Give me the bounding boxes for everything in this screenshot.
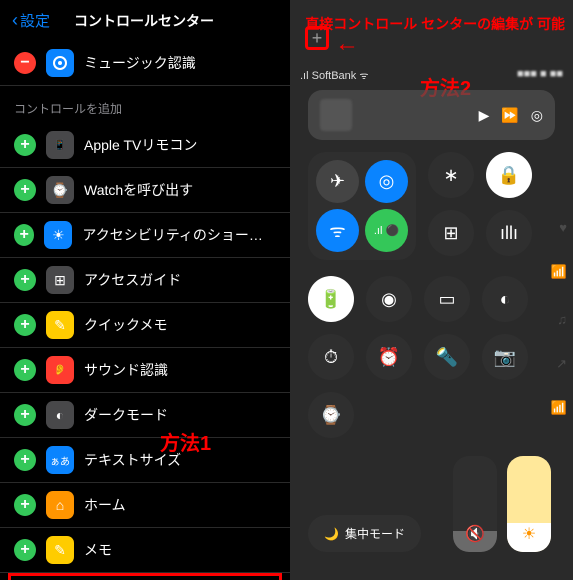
connectivity-group[interactable]: ✈ ◎ ᯤ .ıl ⚫ bbox=[308, 152, 416, 260]
add-button[interactable]: + bbox=[14, 404, 36, 426]
app-icon: ◐ bbox=[46, 401, 74, 429]
music-note-icon: ♫ bbox=[557, 312, 567, 327]
screen-record-icon[interactable]: ◉ bbox=[366, 276, 412, 322]
alarm-icon[interactable]: ⏰ bbox=[366, 334, 412, 380]
app-label: ホーム bbox=[84, 495, 126, 515]
moon-icon: 🌙 bbox=[324, 527, 339, 541]
camera-icon[interactable]: 📷 bbox=[482, 334, 528, 380]
add-button[interactable]: + bbox=[14, 134, 36, 156]
bluetooth-icon[interactable]: ∗ bbox=[428, 152, 474, 198]
app-icon: 👂 bbox=[46, 356, 74, 384]
add-row[interactable]: + 📱 Apple TVリモコン bbox=[0, 123, 290, 168]
forward-icon[interactable]: ⏩ bbox=[501, 107, 518, 124]
dark-mode-icon[interactable]: ◐ bbox=[482, 276, 528, 322]
brightness-slider[interactable]: ☀ bbox=[507, 456, 551, 552]
app-icon: ⊞ bbox=[46, 266, 74, 294]
add-button[interactable]: + bbox=[14, 539, 36, 561]
sound-recognition-icon[interactable]: ıllı bbox=[486, 210, 532, 256]
back-button[interactable]: ‹設定 bbox=[12, 10, 50, 31]
add-button[interactable]: + bbox=[14, 224, 34, 246]
add-row[interactable]: + ✎ メモ bbox=[0, 528, 290, 573]
add-row[interactable]: + 👂 サウンド認識 bbox=[0, 348, 290, 393]
add-button[interactable]: + bbox=[14, 269, 36, 291]
app-label: Watchを呼び出す bbox=[84, 180, 193, 200]
app-label: ダークモード bbox=[84, 405, 168, 425]
screen-mirror-icon[interactable]: ▭ bbox=[424, 276, 470, 322]
app-label: Apple TVリモコン bbox=[84, 135, 197, 155]
app-label: ミュージック認識 bbox=[84, 53, 196, 73]
calculator-icon[interactable]: ⊞ bbox=[428, 210, 474, 256]
low-power-icon[interactable]: 🔋 bbox=[308, 276, 354, 322]
annotation-method1: 方法1 bbox=[160, 427, 211, 456]
app-icon: ⌚ bbox=[46, 176, 74, 204]
signal-side-icon: 📶 bbox=[551, 264, 567, 280]
add-button[interactable]: + bbox=[14, 314, 36, 336]
remove-button[interactable]: − bbox=[14, 52, 36, 74]
chevron-left-icon: ‹ bbox=[12, 10, 18, 31]
heart-icon: ♥ bbox=[559, 220, 567, 235]
rotation-lock-icon[interactable]: 🔒 bbox=[486, 152, 532, 198]
add-row[interactable]: + ◉ 画面収録 bbox=[8, 573, 282, 580]
annotation-direct: 直接コントロール センターの編集が 可能 bbox=[305, 16, 565, 33]
cellular-icon[interactable]: .ıl ⚫ bbox=[365, 209, 408, 252]
focus-button[interactable]: 🌙 集中モード bbox=[308, 515, 421, 552]
add-row[interactable]: + ◐ ダークモード bbox=[0, 393, 290, 438]
arrow-left-icon: ← bbox=[335, 30, 359, 58]
included-row[interactable]: − ミュージック認識 bbox=[0, 41, 290, 86]
timer-icon[interactable]: ⏱ bbox=[308, 334, 354, 380]
app-label: アクセシビリティのショートカ… bbox=[82, 225, 276, 245]
add-row[interactable]: + ぁあ テキストサイズ bbox=[0, 438, 290, 483]
airdrop-icon[interactable]: ◎ bbox=[365, 160, 408, 203]
play-icon[interactable]: ▶ bbox=[479, 107, 490, 124]
volume-mute-icon: 🔇 bbox=[465, 524, 485, 544]
app-icon: 📱 bbox=[46, 131, 74, 159]
add-button[interactable]: + bbox=[14, 449, 36, 471]
flashlight-icon[interactable]: 🔦 bbox=[424, 334, 470, 380]
app-icon: ✎ bbox=[46, 536, 74, 564]
album-art bbox=[320, 99, 352, 131]
share-icon: ↗ bbox=[556, 356, 567, 372]
app-icon: ✎ bbox=[46, 311, 74, 339]
add-button[interactable]: + bbox=[14, 494, 36, 516]
section-header-add: コントロールを追加 bbox=[0, 86, 290, 123]
app-icon: ☀ bbox=[44, 221, 72, 249]
app-label: メモ bbox=[84, 540, 112, 560]
music-widget[interactable]: ▶ ⏩ ◎ bbox=[308, 90, 555, 140]
app-icon bbox=[46, 49, 74, 77]
page-title: コントロールセンター bbox=[50, 11, 238, 31]
add-row[interactable]: + ⊞ アクセスガイド bbox=[0, 258, 290, 303]
app-label: サウンド認識 bbox=[84, 360, 168, 380]
add-row[interactable]: + ⌚ Watchを呼び出す bbox=[0, 168, 290, 213]
add-button[interactable]: + bbox=[14, 359, 36, 381]
airplane-icon[interactable]: ✈ bbox=[316, 160, 359, 203]
add-row[interactable]: + ✎ クイックメモ bbox=[0, 303, 290, 348]
brightness-icon: ☀ bbox=[522, 524, 536, 544]
watch-ping-icon[interactable]: ⌚ bbox=[308, 392, 354, 438]
add-button[interactable]: + bbox=[14, 179, 36, 201]
app-icon: ぁあ bbox=[46, 446, 74, 474]
status-bar: .ıl SoftBank ᯤ ■■■ ■ ■■ bbox=[300, 68, 563, 82]
airplay-icon[interactable]: ◎ bbox=[531, 107, 543, 124]
app-label: クイックメモ bbox=[84, 315, 167, 335]
app-label: アクセスガイド bbox=[84, 270, 181, 290]
signal-side-icon-2: 📶 bbox=[551, 400, 567, 416]
back-label: 設定 bbox=[20, 10, 50, 31]
wifi-icon[interactable]: ᯤ bbox=[316, 209, 359, 252]
add-row[interactable]: + ☀ アクセシビリティのショートカ… bbox=[0, 213, 290, 258]
app-icon: ⌂ bbox=[46, 491, 74, 519]
focus-label: 集中モード bbox=[345, 525, 405, 542]
volume-slider[interactable]: 🔇 bbox=[453, 456, 497, 552]
add-row[interactable]: + ⌂ ホーム bbox=[0, 483, 290, 528]
